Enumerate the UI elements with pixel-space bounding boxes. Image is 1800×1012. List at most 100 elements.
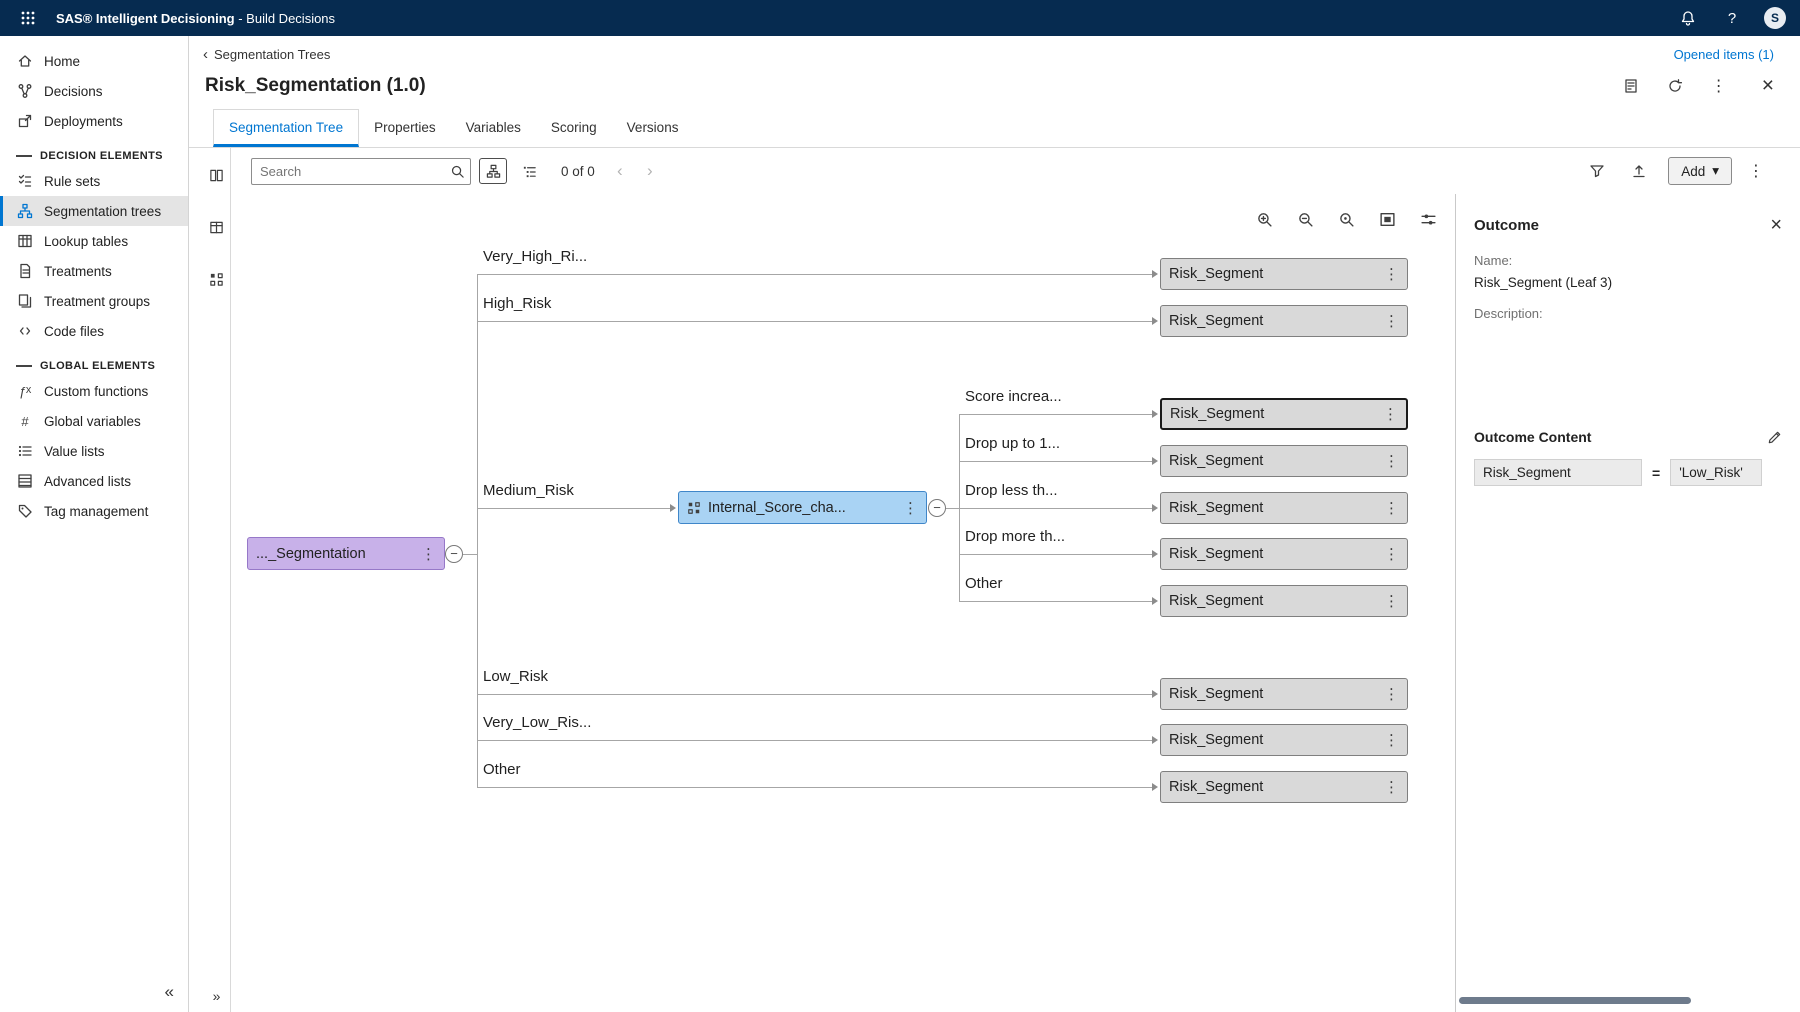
tree-node-leaf[interactable]: Risk_Segment⋮ <box>1160 445 1408 477</box>
next-match-button[interactable]: › <box>639 161 661 181</box>
tree-node-leaf[interactable]: Risk_Segment⋮ <box>1160 724 1408 756</box>
diagram-view-button[interactable] <box>479 158 507 184</box>
value-lists-icon <box>16 443 34 459</box>
tree-node-leaf[interactable]: Risk_Segment⋮ <box>1160 305 1408 337</box>
kebab-icon[interactable]: ⋮ <box>1378 265 1399 283</box>
name-label: Name: <box>1474 253 1782 268</box>
tree-node-leaf[interactable]: Risk_Segment⋮ <box>1160 585 1408 617</box>
chevron-down-icon: ▾ <box>1712 163 1719 179</box>
kebab-icon[interactable]: ⋮ <box>1378 312 1399 330</box>
sidebar-item-rule-sets[interactable]: Rule sets <box>0 166 188 196</box>
filter-icon[interactable] <box>1584 158 1610 184</box>
sidebar-item-segmentation-trees[interactable]: Segmentation trees <box>0 196 188 226</box>
search-input[interactable] <box>251 158 471 185</box>
sidebar-item-global-variables[interactable]: # Global variables <box>0 406 188 436</box>
outcome-lhs-field[interactable]: Risk_Segment <box>1474 459 1642 486</box>
edit-pencil-icon[interactable] <box>1767 430 1782 445</box>
notifications-icon[interactable] <box>1676 6 1700 30</box>
tree-node-leaf[interactable]: Risk_Segment⋮ <box>1160 538 1408 570</box>
branch-label: Drop more th... <box>965 528 1068 547</box>
data-grid-icon[interactable] <box>204 214 230 240</box>
treatments-icon <box>16 263 34 279</box>
tree-node-leaf[interactable]: Risk_Segment⋮ <box>1160 771 1408 803</box>
node-tool-icon[interactable] <box>204 266 230 292</box>
tree-node-leaf[interactable]: Risk_Segment⋮ <box>1160 678 1408 710</box>
sidebar-item-advanced-lists[interactable]: Advanced lists <box>0 466 188 496</box>
previous-match-button[interactable]: ‹ <box>609 161 631 181</box>
kebab-icon[interactable]: ⋮ <box>1378 731 1399 749</box>
sidebar-item-tag-management[interactable]: Tag management <box>0 496 188 526</box>
kebab-icon[interactable]: ⋮ <box>1378 685 1399 703</box>
opened-items-link[interactable]: Opened items (1) <box>1674 47 1774 62</box>
sidebar-section-global-elements: GLOBAL ELEMENTS <box>0 360 188 372</box>
zoom-out-icon[interactable] <box>1292 206 1318 232</box>
apps-grid-icon[interactable] <box>14 4 42 32</box>
kebab-icon[interactable]: ⋮ <box>1378 452 1399 470</box>
match-count: 0 of 0 <box>561 164 595 179</box>
section-rule <box>16 155 32 157</box>
zoom-reset-icon[interactable] <box>1333 206 1359 232</box>
tab-versions[interactable]: Versions <box>612 110 694 147</box>
fit-to-screen-icon[interactable] <box>1374 206 1400 232</box>
validate-icon[interactable] <box>1618 73 1644 99</box>
sidebar-item-custom-functions[interactable]: ƒx Custom functions <box>0 376 188 406</box>
home-icon <box>16 53 34 69</box>
panel-toggle-icon[interactable] <box>204 162 230 188</box>
sidebar-item-home[interactable]: Home <box>0 46 188 76</box>
help-icon[interactable]: ? <box>1720 6 1744 30</box>
outcome-rhs-field[interactable]: 'Low_Risk' <box>1670 459 1762 486</box>
horizontal-scrollbar[interactable] <box>1459 997 1691 1004</box>
tab-variables[interactable]: Variables <box>451 110 536 147</box>
kebab-icon[interactable]: ⋮ <box>1378 545 1399 563</box>
tab-segmentation-tree[interactable]: Segmentation Tree <box>213 109 359 147</box>
collapse-sidebar-button[interactable]: « <box>165 982 174 1002</box>
kebab-icon[interactable]: ⋮ <box>1378 499 1399 517</box>
sidebar-item-value-lists[interactable]: Value lists <box>0 436 188 466</box>
expand-panel-button[interactable]: » <box>213 988 221 1004</box>
sidebar-item-decisions[interactable]: Decisions <box>0 76 188 106</box>
tree-node-leaf[interactable]: Risk_Segment⋮ <box>1160 492 1408 524</box>
layout-options-icon[interactable] <box>1415 206 1441 232</box>
tree-edge <box>946 508 959 509</box>
upload-icon[interactable] <box>1626 158 1652 184</box>
edge-arrow <box>1152 783 1158 791</box>
tab-properties[interactable]: Properties <box>359 110 451 147</box>
tree-node-root[interactable]: ..._Segmentation ⋮ <box>247 537 445 570</box>
back-to-segmentation-trees[interactable]: ‹ Segmentation Trees <box>203 46 330 63</box>
zoom-in-icon[interactable] <box>1251 206 1277 232</box>
kebab-icon[interactable]: ⋮ <box>1378 778 1399 796</box>
search-icon[interactable] <box>450 164 465 179</box>
refresh-icon[interactable] <box>1662 73 1688 99</box>
sidebar-item-lookup-tables[interactable]: Lookup tables <box>0 226 188 256</box>
tree-edge <box>463 554 477 555</box>
sidebar-item-treatment-groups[interactable]: Treatment groups <box>0 286 188 316</box>
tree-canvas[interactable]: Very_High_Ri... High_Risk Medium_Risk Lo… <box>231 194 1455 1012</box>
tag-management-icon <box>16 503 34 519</box>
sidebar-item-deployments[interactable]: Deployments <box>0 106 188 136</box>
breadcrumb: ‹ Segmentation Trees Opened items (1) <box>189 36 1800 66</box>
more-options-icon[interactable]: ⋮ <box>1706 73 1732 99</box>
tree-node-leaf[interactable]: Risk_Segment⋮ <box>1160 258 1408 290</box>
tree-edge <box>959 554 1154 555</box>
tree-node-split[interactable]: Internal_Score_cha... ⋮ <box>678 491 927 524</box>
tab-scoring[interactable]: Scoring <box>536 110 612 147</box>
panel-close-icon[interactable]: × <box>1770 214 1782 237</box>
kebab-icon[interactable]: ⋮ <box>415 545 436 563</box>
outline-view-button[interactable] <box>515 158 543 184</box>
tree-edge <box>477 740 1154 741</box>
sidebar-item-treatments[interactable]: Treatments <box>0 256 188 286</box>
add-button[interactable]: Add ▾ <box>1668 157 1732 185</box>
tree-node-leaf-selected[interactable]: Risk_Segment⋮ <box>1160 398 1408 430</box>
description-label: Description: <box>1474 306 1782 321</box>
close-icon[interactable]: × <box>1762 74 1774 98</box>
kebab-icon[interactable]: ⋮ <box>897 499 918 517</box>
toolbar-more-options-icon[interactable]: ⋮ <box>1748 161 1764 181</box>
kebab-icon[interactable]: ⋮ <box>1377 405 1398 423</box>
avatar[interactable]: S <box>1764 7 1786 29</box>
sidebar-item-code-files[interactable]: Code files <box>0 316 188 346</box>
kebab-icon[interactable]: ⋮ <box>1378 592 1399 610</box>
tree-edge <box>477 694 1154 695</box>
collapse-node-button[interactable]: − <box>928 499 946 517</box>
tree-edge <box>959 508 1154 509</box>
collapse-node-button[interactable]: − <box>445 545 463 563</box>
